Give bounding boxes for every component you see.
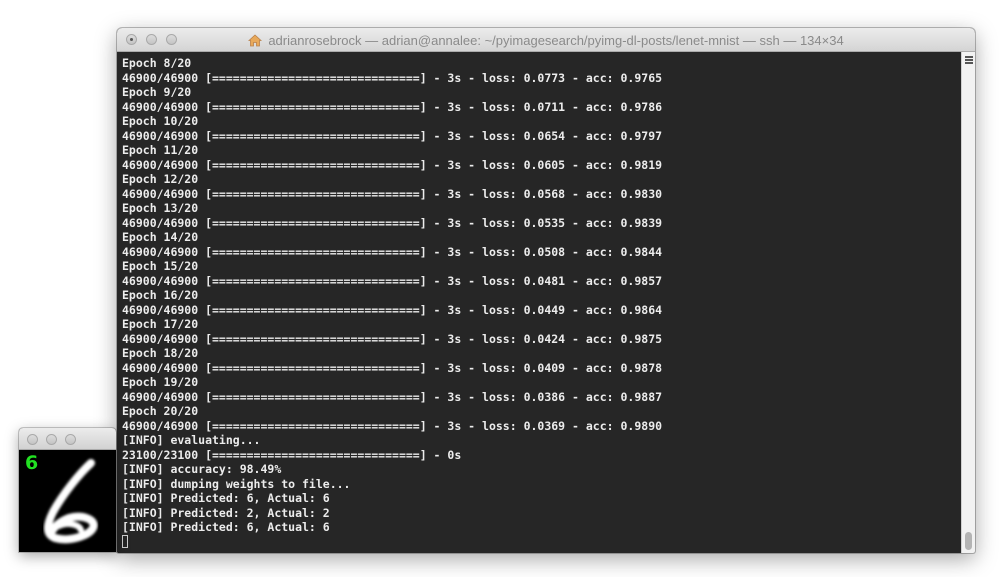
- terminal-line: [INFO] dumping weights to file...: [122, 476, 351, 491]
- terminal-window: adrianrosebrock — adrian@annalee: ~/pyim…: [117, 28, 975, 553]
- terminal-line: 46900/46900 [===========================…: [122, 157, 663, 172]
- terminal-line: [INFO] Predicted: 6, Actual: 6: [122, 520, 330, 534]
- terminal-line: 46900/46900 [===========================…: [122, 99, 663, 114]
- terminal-output[interactable]: Epoch 8/20 46900/46900 [=================…: [117, 52, 961, 553]
- terminal-line: Epoch 19/20: [122, 375, 199, 389]
- terminal-line: Epoch 18/20: [122, 346, 199, 360]
- terminal-line: Epoch 12/20: [122, 172, 199, 186]
- terminal-line: 46900/46900 [===========================…: [122, 244, 663, 259]
- scrollbar[interactable]: [961, 52, 975, 553]
- terminal-line: 46900/46900 [===========================…: [122, 215, 663, 230]
- digit-preview-window: 6: [19, 428, 116, 552]
- window-title-area: adrianrosebrock — adrian@annalee: ~/pyim…: [117, 28, 975, 52]
- home-icon: [248, 33, 263, 46]
- window-title: adrianrosebrock — adrian@annalee: ~/pyim…: [268, 32, 844, 48]
- terminal-line: 46900/46900 [===========================…: [122, 331, 663, 346]
- terminal-line: Epoch 17/20: [122, 317, 199, 331]
- titlebar: adrianrosebrock — adrian@annalee: ~/pyim…: [117, 28, 975, 52]
- terminal-line: 46900/46900 [===========================…: [122, 418, 663, 433]
- terminal-line: [INFO] accuracy: 98.49%: [122, 462, 282, 476]
- terminal-line: Epoch 14/20: [122, 230, 199, 244]
- terminal-line: [INFO] evaluating...: [122, 433, 261, 447]
- digit-window-minimize-button[interactable]: [46, 434, 57, 445]
- terminal-line: Epoch 20/20: [122, 404, 199, 418]
- terminal-line: 46900/46900 [===========================…: [122, 186, 663, 201]
- terminal-line: Epoch 8/20: [122, 56, 192, 70]
- terminal-line: 46900/46900 [===========================…: [122, 360, 663, 375]
- terminal-line: 46900/46900 [===========================…: [122, 70, 663, 85]
- terminal-prompt-line: [122, 534, 961, 550]
- terminal-line: [INFO] Predicted: 2, Actual: 2: [122, 505, 330, 520]
- digit-window-titlebar: [19, 428, 116, 450]
- terminal-line: 23100/23100 [===========================…: [122, 447, 462, 462]
- text-cursor: [122, 534, 128, 548]
- terminal-line: Epoch 9/20: [122, 85, 192, 99]
- terminal-line: 46900/46900 [===========================…: [122, 273, 663, 288]
- terminal-line: 46900/46900 [===========================…: [122, 302, 663, 317]
- digit-image: 6: [19, 450, 116, 552]
- terminal-line: Epoch 11/20: [122, 143, 199, 157]
- terminal-line: Epoch 16/20: [122, 288, 199, 302]
- digit-window-zoom-button[interactable]: [65, 434, 76, 445]
- predicted-label: 6: [25, 452, 39, 474]
- terminal-line: Epoch 15/20: [122, 259, 199, 273]
- terminal-line: [INFO] Predicted: 6, Actual: 6: [122, 491, 330, 505]
- scrollbar-thumb[interactable]: [965, 532, 972, 550]
- digit-window-close-button[interactable]: [27, 434, 38, 445]
- terminal-line: 46900/46900 [===========================…: [122, 389, 663, 404]
- terminal-line: Epoch 10/20: [122, 114, 199, 128]
- terminal-line: 46900/46900 [===========================…: [122, 128, 663, 143]
- split-pane-icon[interactable]: [965, 56, 973, 64]
- terminal-line: Epoch 13/20: [122, 201, 199, 215]
